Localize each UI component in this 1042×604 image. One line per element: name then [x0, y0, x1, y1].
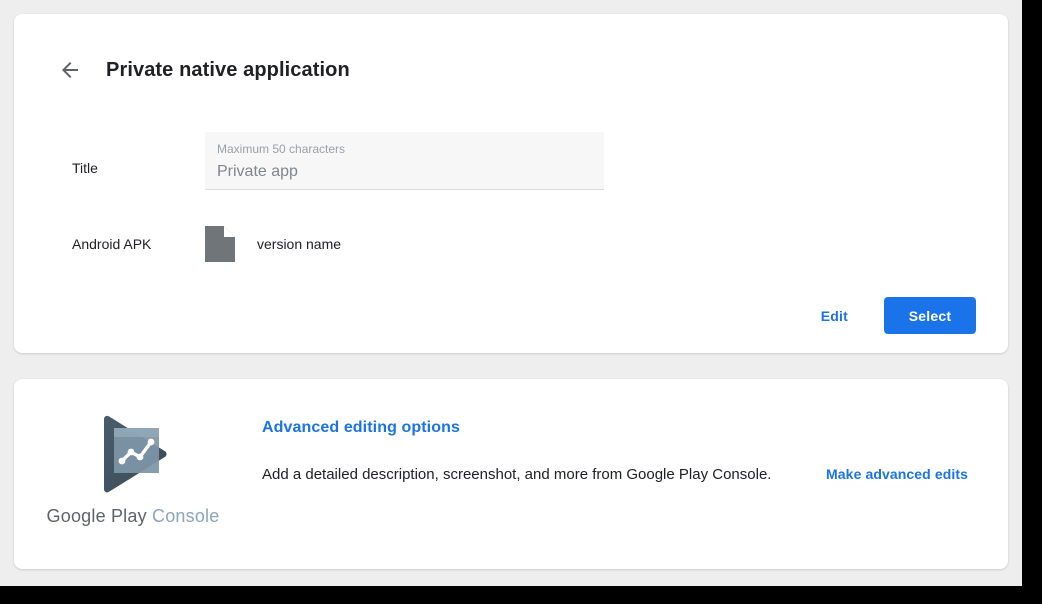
google-play-console-icon [90, 412, 176, 498]
title-field-row: Title Maximum 50 characters Private app [72, 132, 992, 190]
app-details-card: Private native application Title Maximum… [14, 14, 1008, 353]
title-input-helper: Maximum 50 characters [217, 142, 346, 156]
google-play-console-logo: Google Play Console [38, 412, 228, 527]
advanced-editing-options-link[interactable]: Advanced editing options [262, 419, 460, 437]
google-play-console-wordmark: Google Play Console [38, 506, 228, 527]
page-title: Private native application [106, 58, 350, 81]
advanced-editing-body: Advanced editing options Add a detailed … [262, 419, 968, 486]
make-advanced-edits-link[interactable]: Make advanced edits [826, 466, 968, 482]
advanced-editing-card: Google Play Console Advanced editing opt… [14, 379, 1008, 569]
android-apk-version: version name [257, 236, 342, 252]
wordmark-google-play: Google Play [46, 506, 147, 526]
page-container: Private native application Title Maximum… [0, 0, 1022, 586]
card-actions: Edit Select [815, 297, 976, 334]
arrow-left-icon[interactable] [58, 58, 82, 82]
select-button[interactable]: Select [884, 297, 976, 334]
android-apk-label: Android APK [72, 236, 152, 252]
edit-button[interactable]: Edit [815, 300, 854, 332]
file-document-icon [205, 226, 235, 262]
advanced-editing-description: Add a detailed description, screenshot, … [262, 466, 772, 483]
title-field-label: Title [72, 160, 98, 176]
title-input[interactable]: Maximum 50 characters Private app [205, 132, 604, 190]
card-header: Private native application [58, 58, 350, 82]
wordmark-console: Console [152, 506, 220, 526]
screen: Private native application Title Maximum… [0, 0, 1042, 604]
android-apk-row: Android APK version name [72, 226, 341, 262]
advanced-editing-description-row: Add a detailed description, screenshot, … [262, 464, 968, 486]
title-input-value: Private app [217, 163, 298, 180]
